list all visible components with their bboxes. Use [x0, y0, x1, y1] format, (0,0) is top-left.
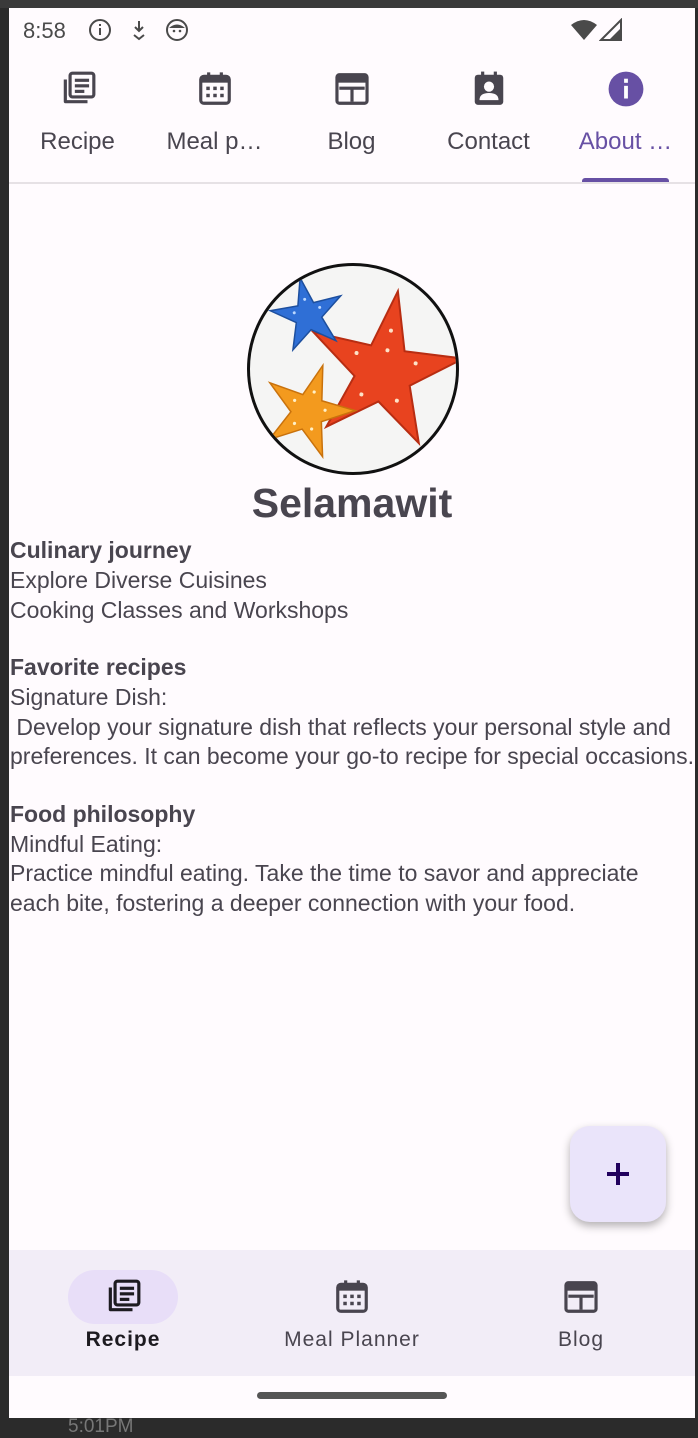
background-taskbar: 5:01PM: [0, 1416, 698, 1437]
recipe-icon: [108, 1279, 141, 1312]
section-line: Mindful Eating:: [10, 830, 163, 857]
section-favorite-recipes: Favorite recipes Signature Dish: Develop…: [10, 651, 694, 772]
section-food-philosophy: Food philosophy Mindful Eating: Practice…: [10, 798, 694, 919]
starfish-image: [267, 275, 456, 460]
top-tab-bar: Recipe Meal p… Blog Contact About …: [9, 58, 695, 184]
bottom-nav-label: Blog: [557, 1328, 605, 1351]
bottom-nav-label: Meal Planner: [284, 1328, 420, 1351]
section-culinary-journey: Culinary journey Explore Diverse Cuisine…: [10, 534, 694, 625]
tab-label: Contact: [447, 128, 530, 155]
tab-contact[interactable]: Contact: [420, 58, 557, 182]
section-line: Explore Diverse Cuisines: [10, 567, 267, 593]
bottom-nav-label: Recipe: [85, 1328, 161, 1351]
section-heading: Food philosophy: [10, 800, 196, 827]
download-status-icon: [133, 21, 145, 41]
add-fab-button[interactable]: [570, 1126, 666, 1222]
section-line: Practice mindful eating. Take the time t…: [10, 860, 639, 916]
profile-avatar: [247, 263, 459, 475]
bottom-nav-recipe[interactable]: Recipe: [9, 1250, 237, 1376]
section-line: Signature Dish:: [10, 684, 168, 710]
signal-icon: [599, 18, 622, 41]
window-top-bar: [0, 0, 698, 8]
about-content: Culinary journey Explore Diverse Cuisine…: [10, 534, 694, 944]
status-time: 8:58: [23, 18, 66, 43]
bottom-navigation: Recipe Meal Planner Blog: [9, 1250, 695, 1376]
background-clock-text: 5:01PM: [68, 1416, 134, 1437]
tab-label: Recipe: [40, 128, 115, 155]
info-status-icon: [89, 19, 111, 41]
contact-icon: [474, 71, 503, 105]
calendar-icon: [336, 1280, 368, 1313]
section-heading: Culinary journey: [10, 537, 192, 563]
tab-meal-planner[interactable]: Meal p…: [146, 58, 283, 182]
section-heading: Favorite recipes: [10, 654, 187, 680]
tab-label: About …: [578, 128, 673, 155]
gesture-handle[interactable]: [257, 1392, 447, 1399]
recipe-icon: [63, 71, 95, 104]
tab-about[interactable]: About …: [557, 58, 694, 182]
wifi-icon: [571, 20, 597, 40]
blog-icon: [334, 73, 369, 105]
tab-label: Meal p…: [166, 128, 263, 155]
section-line: Develop your signature dish that reflect…: [10, 713, 694, 770]
plus-icon: [607, 1163, 629, 1185]
tab-recipe[interactable]: Recipe: [9, 58, 146, 182]
calendar-icon: [198, 72, 231, 105]
bottom-nav-meal-planner[interactable]: Meal Planner: [238, 1250, 466, 1376]
face-status-icon: [166, 19, 188, 41]
active-tab-indicator: [582, 178, 669, 182]
section-line: Cooking Classes and Workshops: [10, 596, 349, 623]
bottom-nav-blog[interactable]: Blog: [467, 1250, 695, 1376]
blog-icon: [564, 1281, 598, 1313]
phone-screen: 8:58 Recipe Meal p… Blog Contact About ……: [9, 8, 695, 1418]
tab-label: Blog: [327, 128, 376, 155]
profile-name: Selamawit: [251, 480, 453, 526]
info-icon: [608, 71, 643, 107]
tab-blog[interactable]: Blog: [283, 58, 420, 182]
status-bar: 8:58: [9, 8, 695, 52]
